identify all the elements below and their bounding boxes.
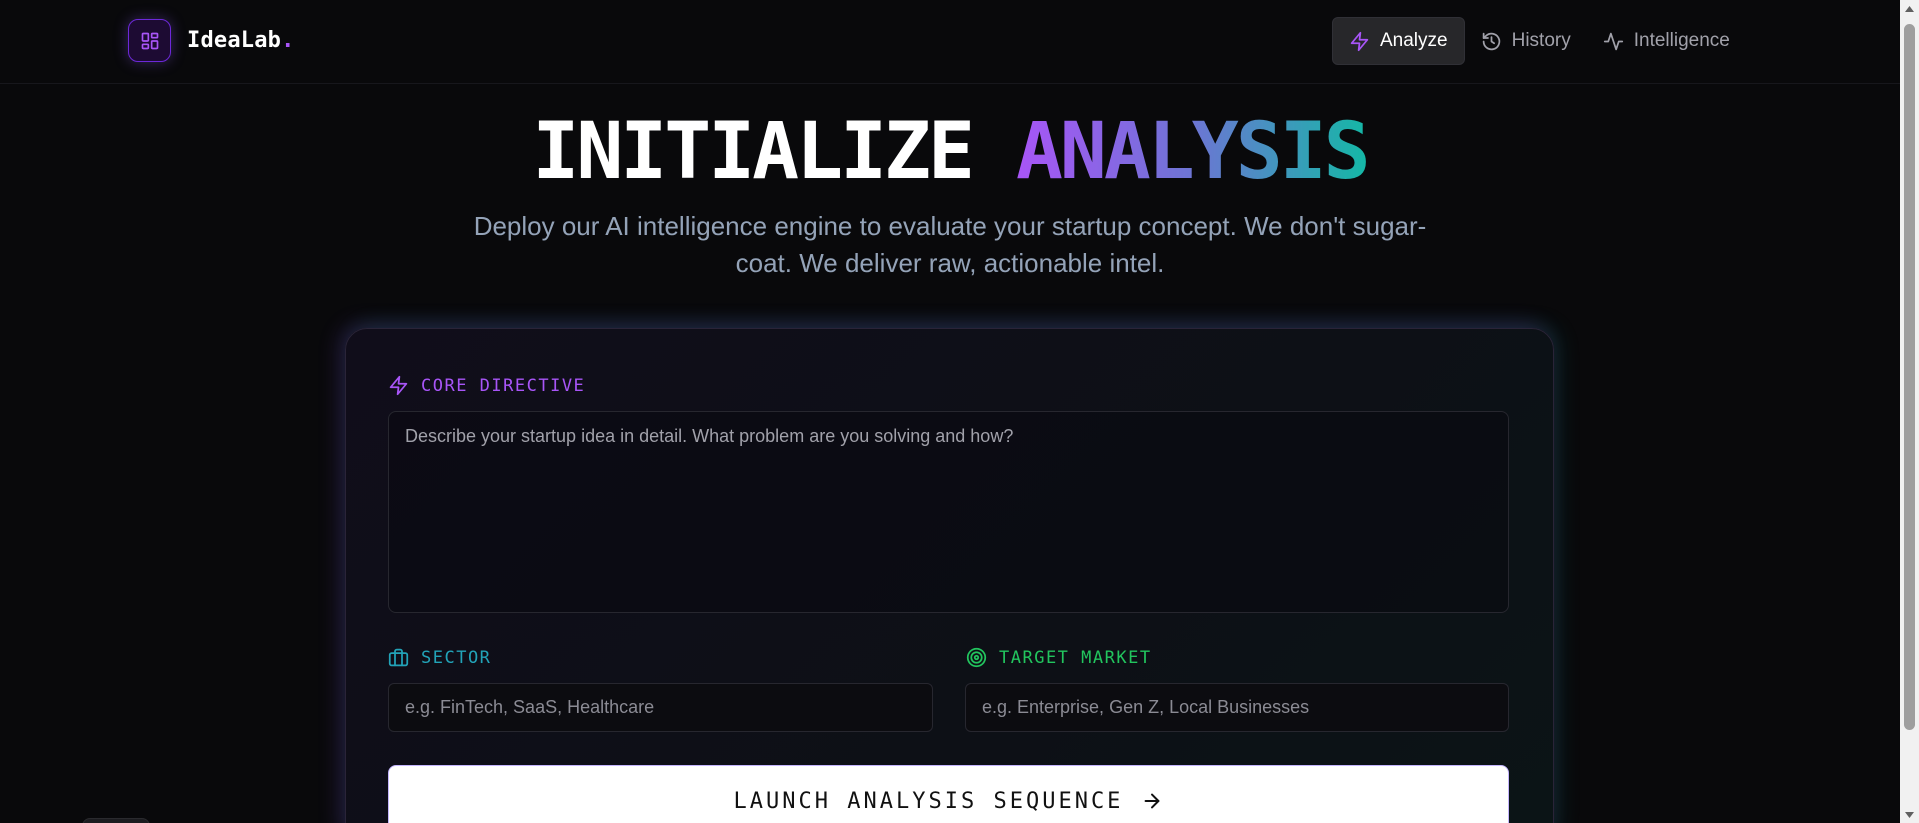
- vertical-scrollbar[interactable]: [1900, 0, 1919, 823]
- arrow-right-icon: [1141, 790, 1163, 812]
- analysis-form-card: CORE DIRECTIVE Describe your startup ide…: [345, 328, 1554, 823]
- main-nav: Analyze History Intelligence: [1332, 17, 1746, 65]
- brand-name: IdeaLab: [187, 28, 282, 53]
- target-market-input[interactable]: e.g. Enterprise, Gen Z, Local Businesses: [965, 683, 1509, 732]
- nav-history[interactable]: History: [1465, 17, 1587, 65]
- nav-analyze-label: Analyze: [1380, 30, 1448, 51]
- title-main: INITIALIZE: [532, 107, 975, 197]
- nav-intelligence-label: Intelligence: [1633, 30, 1730, 51]
- nav-intelligence[interactable]: Intelligence: [1587, 17, 1746, 65]
- idea-description-textarea[interactable]: Describe your startup idea in detail. Wh…: [388, 411, 1509, 613]
- grid-icon: [128, 19, 171, 62]
- page-title: INITIALIZE ANALYSIS: [0, 108, 1900, 196]
- sector-input[interactable]: e.g. FinTech, SaaS, Healthcare: [388, 683, 933, 732]
- page-subtitle: Deploy our AI intelligence engine to eva…: [473, 211, 1427, 278]
- scroll-down-arrow-icon[interactable]: [1900, 806, 1919, 823]
- core-directive-label: CORE DIRECTIVE: [388, 375, 585, 396]
- floating-tab[interactable]: [82, 818, 150, 823]
- core-directive-label-text: CORE DIRECTIVE: [421, 375, 586, 396]
- title-accent: ANALYSIS: [1015, 107, 1371, 197]
- activity-icon: [1603, 31, 1624, 52]
- brand-logo[interactable]: IdeaLab.: [128, 19, 294, 62]
- nav-history-label: History: [1511, 30, 1571, 51]
- scrollbar-thumb[interactable]: [1904, 24, 1915, 730]
- brand-dot: .: [281, 28, 295, 53]
- sector-label-text: SECTOR: [421, 647, 492, 668]
- target-market-label: TARGET MARKET: [966, 647, 1152, 668]
- app-page: IdeaLab. Analyze History Intelligence IN…: [0, 0, 1919, 823]
- launch-analysis-label: LAUNCH ANALYSIS SEQUENCE: [733, 788, 1124, 814]
- briefcase-icon: [388, 647, 409, 668]
- history-icon: [1481, 31, 1502, 52]
- zap-icon: [1349, 31, 1370, 52]
- scroll-up-arrow-icon[interactable]: [1900, 0, 1919, 17]
- top-navbar: IdeaLab. Analyze History Intelligence: [0, 0, 1900, 84]
- target-market-label-text: TARGET MARKET: [999, 647, 1152, 668]
- sector-label: SECTOR: [388, 647, 491, 668]
- launch-analysis-button[interactable]: LAUNCH ANALYSIS SEQUENCE: [388, 765, 1509, 823]
- nav-analyze[interactable]: Analyze: [1332, 17, 1465, 65]
- zap-icon: [388, 375, 409, 396]
- target-icon: [966, 647, 987, 668]
